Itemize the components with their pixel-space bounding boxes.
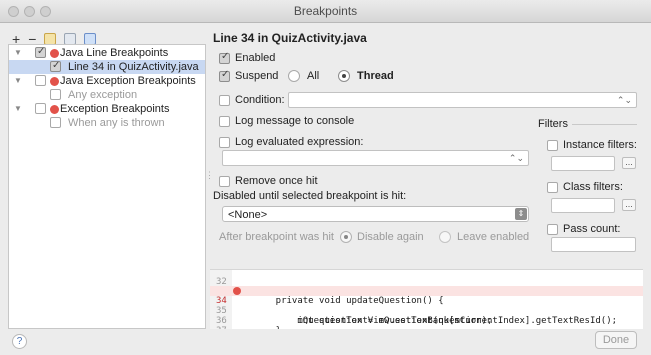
leave-enabled-label: Leave enabled xyxy=(457,231,530,243)
tree-item-label: Java Line Breakpoints xyxy=(60,47,169,59)
tree-checkbox[interactable] xyxy=(50,117,61,128)
disabled-until-select[interactable]: <None> ⇕ xyxy=(222,206,529,222)
instance-filters-input[interactable] xyxy=(551,156,615,171)
disable-again-radio[interactable] xyxy=(340,231,352,243)
condition-label: Condition: xyxy=(235,94,285,106)
tree-checkbox[interactable] xyxy=(50,89,61,100)
after-hit-label: After breakpoint was hit xyxy=(219,231,334,243)
tree-checkbox[interactable] xyxy=(35,103,46,114)
instance-filters-label: Instance filters: xyxy=(563,139,637,151)
log-expression-checkbox[interactable] xyxy=(219,137,230,148)
tree-group-java-exception[interactable]: ▼ Java Exception Breakpoints xyxy=(9,74,205,88)
leave-enabled-radio[interactable] xyxy=(439,231,451,243)
class-filters-checkbox[interactable] xyxy=(547,182,558,193)
condition-checkbox[interactable] xyxy=(219,95,230,106)
breakpoint-dot-icon[interactable] xyxy=(233,287,241,295)
breakpoint-heading: Line 34 in QuizActivity.java xyxy=(213,31,367,45)
suspend-thread-radio[interactable] xyxy=(338,70,350,82)
expand-triangle-icon[interactable]: ▼ xyxy=(14,46,22,60)
done-button[interactable]: Done xyxy=(595,331,637,349)
line-number: 37 xyxy=(216,326,227,329)
chevron-updown-icon: ⇕ xyxy=(515,208,527,220)
expand-icon[interactable]: ⌃⌄ xyxy=(509,153,524,164)
exception-breakpoint-icon xyxy=(50,105,59,114)
instance-filters-checkbox[interactable] xyxy=(547,140,558,151)
tree-item-label: When any is thrown xyxy=(68,117,165,129)
breakpoint-tree[interactable]: ▼ Java Line Breakpoints Line 34 in QuizA… xyxy=(8,44,206,329)
log-expression-input[interactable]: ⌃⌄ xyxy=(222,150,529,166)
class-filters-input[interactable] xyxy=(551,198,615,213)
filters-title: Filters xyxy=(538,118,568,130)
class-filters-browse-button[interactable]: ... xyxy=(622,199,636,211)
code-line: 35 mQuestionTextView.setText(question); xyxy=(210,296,643,326)
tree-checkbox[interactable] xyxy=(35,45,46,59)
suspend-all-radio[interactable] xyxy=(288,70,300,82)
tree-checkbox[interactable] xyxy=(50,59,61,73)
tree-item-label: Java Exception Breakpoints xyxy=(60,75,196,87)
suspend-thread-label: Thread xyxy=(357,70,394,82)
code-line: 33 private void updateQuestion() { xyxy=(210,276,643,306)
tree-item-any-exception[interactable]: Any exception xyxy=(9,88,205,102)
enabled-checkbox[interactable] xyxy=(219,51,230,64)
code-line-breakpoint: 34 int question = mQuestionBank[mCurrent… xyxy=(210,286,643,326)
code-line: 36 } xyxy=(210,306,643,329)
tree-checkbox[interactable] xyxy=(35,75,46,86)
title-bar: Breakpoints xyxy=(0,0,651,23)
code-preview: 32 33 private void updateQuestion() { 34… xyxy=(210,269,643,329)
tree-item-line-34[interactable]: Line 34 in QuizActivity.java xyxy=(9,59,205,74)
remove-once-hit-label: Remove once hit xyxy=(235,175,318,187)
disabled-until-label: Disabled until selected breakpoint is hi… xyxy=(213,190,407,202)
expand-icon[interactable]: ⌃⌄ xyxy=(617,95,632,106)
tree-group-java-line[interactable]: ▼ Java Line Breakpoints xyxy=(9,45,205,60)
log-message-label: Log message to console xyxy=(235,115,355,127)
suspend-all-label: All xyxy=(307,70,320,82)
breakpoints-window: Breakpoints + − ▼ Java Line Breakpoints … xyxy=(0,0,651,355)
pass-count-checkbox[interactable] xyxy=(547,224,558,235)
log-message-checkbox[interactable] xyxy=(219,116,230,127)
remove-once-hit-checkbox[interactable] xyxy=(219,176,230,187)
expand-triangle-icon[interactable]: ▼ xyxy=(14,74,22,88)
tree-item-label: Line 34 in QuizActivity.java xyxy=(68,61,199,73)
condition-input[interactable]: ⌃⌄ xyxy=(288,92,637,108)
log-expression-label: Log evaluated expression: xyxy=(235,136,364,148)
disabled-until-value: <None> xyxy=(228,209,268,221)
expand-triangle-icon[interactable]: ▼ xyxy=(14,102,22,116)
tree-group-exception[interactable]: ▼ Exception Breakpoints xyxy=(9,102,205,116)
filters-separator xyxy=(572,124,637,125)
tree-item-when-thrown[interactable]: When any is thrown xyxy=(9,116,205,130)
enabled-label: Enabled xyxy=(235,52,276,64)
exception-breakpoint-icon xyxy=(50,77,59,86)
suspend-checkbox[interactable] xyxy=(219,69,230,82)
tree-item-label: Any exception xyxy=(68,89,138,101)
pass-count-label: Pass count: xyxy=(563,223,621,235)
pass-count-input[interactable] xyxy=(551,237,636,252)
class-filters-label: Class filters: xyxy=(563,181,623,193)
help-button[interactable]: ? xyxy=(12,334,27,349)
code-line: 37 xyxy=(210,316,643,329)
window-title: Breakpoints xyxy=(293,4,358,18)
instance-filters-browse-button[interactable]: ... xyxy=(622,157,636,169)
code-text: } xyxy=(254,326,281,329)
splitter-handle[interactable]: ⋮ xyxy=(205,170,214,181)
suspend-label: Suspend xyxy=(235,70,279,82)
disable-again-label: Disable again xyxy=(357,231,424,243)
tree-item-label: Exception Breakpoints xyxy=(60,103,170,115)
line-breakpoint-icon xyxy=(50,49,59,58)
